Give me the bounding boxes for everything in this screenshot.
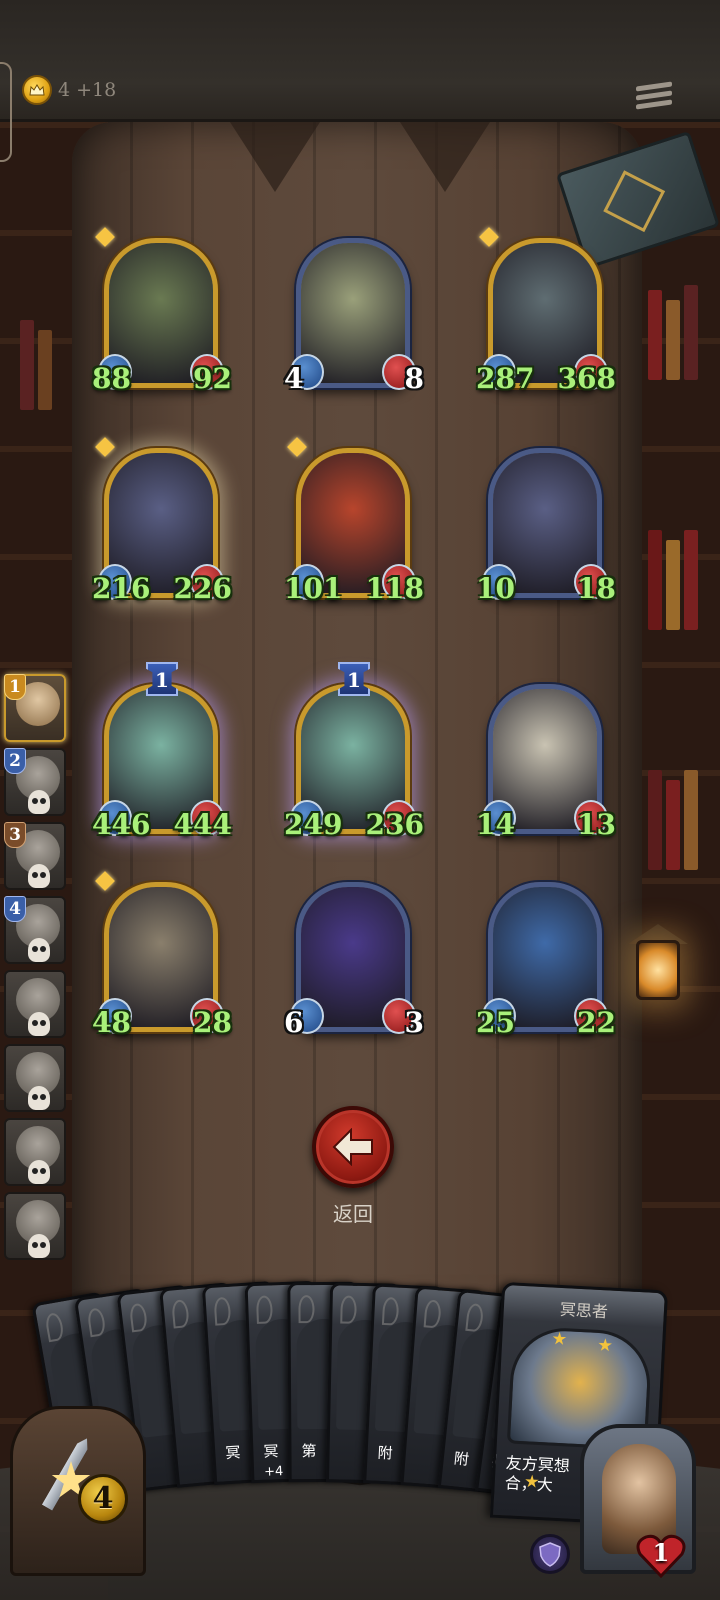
minion-card-goblin-witch[interactable]: 88 92 [92, 227, 232, 394]
card-title: 冥思者 [559, 1299, 609, 1322]
book-spine [684, 285, 698, 380]
minion-health: 3 [404, 1006, 424, 1039]
book-spine [20, 320, 34, 410]
skull-icon [28, 790, 50, 814]
book-spine [648, 290, 662, 380]
shield-icon [539, 1542, 561, 1567]
minion-attack: 287 [476, 362, 535, 395]
menu-icon[interactable] [636, 80, 672, 116]
minion-card-dwarf-king[interactable]: 48 28 [92, 871, 232, 1038]
card-glyph-icon [465, 1302, 485, 1333]
minion-health: 22 [577, 1006, 616, 1039]
ranking-item[interactable] [4, 970, 66, 1038]
minion-health: 368 [557, 362, 616, 395]
minion-card-armored-goblin-knight[interactable]: 287 368 [476, 227, 616, 394]
card-text-snippet: 冥 [263, 1442, 279, 1461]
left-panel-tab[interactable] [0, 62, 12, 162]
back-button-label[interactable]: 返回 [312, 1198, 394, 1227]
book-spine [648, 530, 662, 630]
minion-card-tomato-demon[interactable]: 101 118 [284, 437, 424, 604]
ranking-item[interactable]: 4 [4, 896, 66, 964]
weapon-attack-value: 4 [78, 1474, 128, 1524]
minion-attack: 216 [92, 572, 151, 605]
skull-icon [28, 938, 50, 962]
minion-card-spectral-horse-2[interactable]: 249 236 1 [284, 662, 424, 840]
ranking-item[interactable]: 1 [4, 674, 66, 742]
ranking-item[interactable]: 2 [4, 748, 66, 816]
minion-attack: 6 [284, 1006, 304, 1039]
skull-icon [28, 1012, 50, 1036]
minion-health: 28 [193, 1006, 232, 1039]
card-glyph-icon [171, 1299, 190, 1329]
minion-health: 92 [193, 362, 232, 395]
hero-health: 1 [652, 1538, 670, 1567]
card-text-snippet: 第 [301, 1442, 317, 1461]
rank-number: 2 [4, 748, 26, 774]
minion-health: 118 [365, 572, 424, 605]
minion-attack: 25 [476, 1006, 515, 1039]
minion-card-void-bull[interactable]: 63 [284, 882, 424, 1038]
skull-icon [28, 1160, 50, 1184]
crown-coin-icon [22, 75, 52, 105]
book-spine [684, 770, 698, 870]
minion-card-hooded-assassin-small[interactable]: 10 18 [476, 448, 616, 604]
card-glyph-icon [423, 1299, 442, 1329]
minion-health: 8 [404, 362, 424, 395]
minion-attack: 446 [92, 808, 151, 841]
gold-amount: 4 +18 [58, 79, 117, 101]
skull-icon [28, 1086, 50, 1110]
card-glyph-icon [213, 1296, 232, 1326]
minion-card-hooded-assassin[interactable]: 216 226 [92, 437, 232, 604]
minion-attack: 4 [284, 362, 304, 395]
card-text-snippet: 冥 [224, 1443, 241, 1463]
book-spine [666, 300, 680, 380]
minion-health: 226 [173, 572, 232, 605]
minion-card-blue-haired-mage[interactable]: 25 22 [476, 882, 616, 1038]
book-spine [666, 780, 680, 870]
back-button[interactable] [312, 1106, 394, 1188]
hero-power-button[interactable] [530, 1534, 570, 1574]
minion-health: 236 [365, 808, 424, 841]
arrow-left-icon [332, 1128, 373, 1166]
ranking-item[interactable] [4, 1044, 66, 1112]
book-spine [38, 330, 52, 410]
minion-attack: 10 [476, 572, 515, 605]
minion-attack: 88 [92, 362, 131, 395]
minion-attack: 249 [284, 808, 343, 841]
card-sub-text: +4 [263, 1464, 284, 1480]
minion-health: 18 [577, 572, 616, 605]
lantern [622, 920, 692, 1020]
minion-card-spectral-horse[interactable]: 446 444 1 [92, 662, 232, 840]
skull-icon [28, 1234, 50, 1258]
minion-health: 13 [577, 808, 616, 841]
gold-counter: 4 +18 [22, 75, 116, 105]
ranking-item[interactable] [4, 1118, 66, 1186]
card-glyph-icon [298, 1295, 315, 1324]
rank-number: 3 [4, 822, 26, 848]
skull-icon [28, 864, 50, 888]
minion-attack: 101 [284, 572, 343, 605]
card-text-snippet: 附 [452, 1449, 470, 1469]
card-glyph-icon [381, 1296, 400, 1326]
rank-number: 4 [4, 896, 26, 922]
book-spine [666, 540, 680, 630]
minion-attack: 14 [476, 808, 515, 841]
card-glyph-icon [340, 1295, 357, 1324]
minion-card-veiled-priestess[interactable]: 14 13 [476, 684, 616, 840]
ranking-item[interactable] [4, 1192, 66, 1260]
ranking-item[interactable]: 3 [4, 822, 66, 890]
book-spine [684, 530, 698, 630]
minion-attack: 48 [92, 1006, 131, 1039]
book-spine [648, 770, 662, 870]
minion-health: 444 [173, 808, 232, 841]
card-glyph-icon [255, 1295, 273, 1324]
minion-card-mandrake[interactable]: 48 [284, 238, 424, 394]
card-text-snippet: 附 [377, 1443, 394, 1463]
rank-number: 1 [4, 674, 26, 700]
